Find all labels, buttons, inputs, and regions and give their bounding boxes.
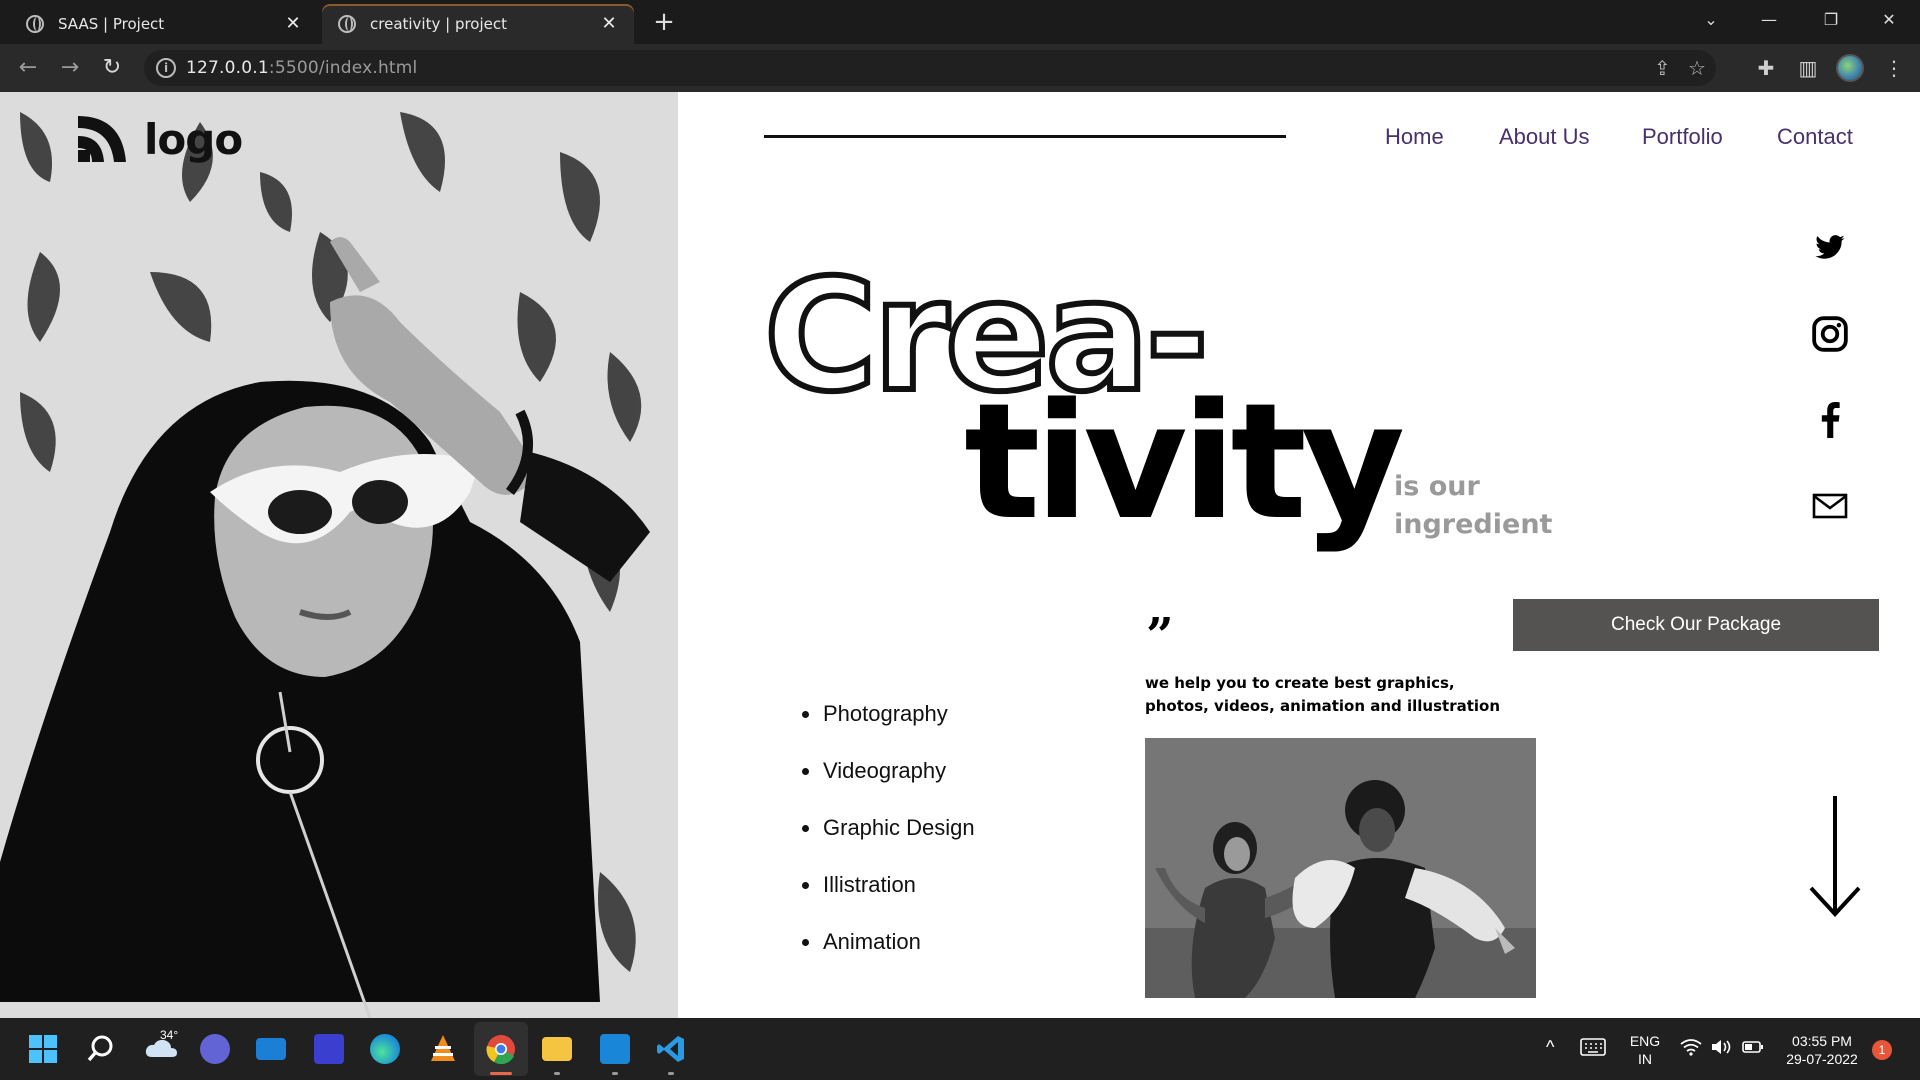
bookmark-star-icon[interactable]: ☆ xyxy=(1688,56,1706,80)
share-icon[interactable]: ⇪ xyxy=(1654,56,1671,80)
close-window-button[interactable]: ✕ xyxy=(1866,2,1912,38)
app-icon-blue-purple[interactable] xyxy=(310,1030,348,1068)
globe-icon xyxy=(26,15,44,33)
tab-title: creativity | project xyxy=(370,15,508,33)
hero-photo-illustration xyxy=(0,92,678,1018)
vscode-icon[interactable] xyxy=(652,1030,690,1068)
mail-icon[interactable] xyxy=(1810,486,1850,526)
keyboard-icon[interactable] xyxy=(1580,1038,1606,1060)
profile-avatar[interactable] xyxy=(1836,54,1864,82)
tab-saas-project[interactable]: SAAS | Project ✕ xyxy=(10,4,318,44)
notification-badge[interactable]: 1 xyxy=(1872,1040,1892,1060)
instagram-icon[interactable] xyxy=(1810,314,1850,354)
hero-photo xyxy=(0,92,678,1018)
scroll-down-arrow-icon[interactable] xyxy=(1805,792,1861,922)
nav-home[interactable]: Home xyxy=(1385,124,1444,150)
webpage: logo Home About Us Portfolio Contact Cre… xyxy=(0,92,1920,1018)
list-item: Photography xyxy=(800,702,975,759)
services-list: Photography Videography Graphic Design I… xyxy=(800,702,975,987)
url-path: :5500/index.html xyxy=(268,58,418,78)
nav-portfolio[interactable]: Portfolio xyxy=(1642,124,1723,150)
minimize-button[interactable]: — xyxy=(1746,2,1792,38)
restore-button[interactable]: ❐ xyxy=(1808,2,1854,38)
quote-icon: ” xyxy=(1146,608,1174,664)
running-app-indicator xyxy=(612,1072,618,1075)
active-app-indicator xyxy=(490,1072,512,1075)
region-code: IN xyxy=(1638,1051,1652,1067)
extensions-icon[interactable]: ✚ xyxy=(1752,54,1780,82)
reload-button[interactable]: ↻ xyxy=(98,54,126,82)
address-bar[interactable]: i 127.0.0.1:5500/index.html ⇪ ☆ xyxy=(144,50,1716,86)
edge-browser-icon[interactable] xyxy=(366,1030,404,1068)
menu-kebab-icon[interactable]: ⋮ xyxy=(1880,54,1908,82)
url-host: 127.0.0.1 xyxy=(186,58,269,78)
microsoft-store-icon[interactable] xyxy=(596,1030,634,1068)
mail-app-icon[interactable] xyxy=(252,1030,290,1068)
new-tab-button[interactable]: + xyxy=(650,6,678,38)
facebook-icon[interactable] xyxy=(1810,400,1850,440)
header-rule xyxy=(764,135,1286,138)
tagline: we help you to create best graphics, pho… xyxy=(1145,674,1501,715)
input-language[interactable]: ENG IN xyxy=(1628,1032,1662,1068)
browser-tab-strip: SAAS | Project ✕ creativity | project ✕ … xyxy=(0,0,1920,44)
nav-about-us[interactable]: About Us xyxy=(1499,124,1590,150)
close-icon[interactable]: ✕ xyxy=(280,11,306,37)
close-icon[interactable]: ✕ xyxy=(596,11,622,37)
teams-chat-icon[interactable] xyxy=(196,1030,234,1068)
chrome-icon[interactable] xyxy=(482,1030,520,1068)
list-item: Videography xyxy=(800,759,975,816)
list-item: Graphic Design xyxy=(800,816,975,873)
tab-title: SAAS | Project xyxy=(58,15,165,33)
logo-text: logo xyxy=(144,114,243,164)
clock-time: 03:55 PM xyxy=(1792,1033,1852,1049)
logo-icon xyxy=(78,116,126,162)
side-panel-icon[interactable]: ▥ xyxy=(1794,54,1822,82)
weather-temp: 34° xyxy=(160,1028,179,1042)
dancers-photo xyxy=(1145,738,1536,998)
site-logo[interactable]: logo xyxy=(74,112,243,166)
back-button[interactable]: ← xyxy=(14,54,42,82)
list-item: Illistration xyxy=(800,873,975,930)
windows-start-icon[interactable] xyxy=(24,1030,62,1068)
wifi-icon[interactable] xyxy=(1680,1038,1702,1060)
weather-icon[interactable]: 34° xyxy=(138,1028,186,1068)
running-app-indicator xyxy=(554,1072,560,1075)
clock[interactable]: 03:55 PM 29-07-2022 xyxy=(1778,1032,1866,1068)
battery-icon[interactable] xyxy=(1742,1038,1764,1060)
vlc-icon[interactable] xyxy=(424,1030,462,1068)
browser-toolbar: ← → ↻ i 127.0.0.1:5500/index.html ⇪ ☆ ✚ … xyxy=(0,44,1920,92)
volume-icon[interactable] xyxy=(1710,1038,1732,1060)
tab-search-chevron-icon[interactable]: ⌄ xyxy=(1688,2,1734,38)
language-code: ENG xyxy=(1629,1033,1661,1049)
nav-contact[interactable]: Contact xyxy=(1777,124,1853,150)
windows-taskbar: 34° ^ ENG IN 03:55 PM 29-07-2022 1 xyxy=(0,1018,1920,1080)
running-app-indicator xyxy=(668,1072,674,1075)
list-item: Animation xyxy=(800,930,975,987)
check-package-button[interactable]: Check Our Package xyxy=(1513,599,1879,651)
globe-icon xyxy=(338,15,356,33)
clock-date: 29-07-2022 xyxy=(1786,1051,1858,1067)
forward-button[interactable]: → xyxy=(56,54,84,82)
site-info-icon[interactable]: i xyxy=(156,58,176,78)
url-text: 127.0.0.1:5500/index.html xyxy=(186,58,417,78)
tray-chevron-up-icon[interactable]: ^ xyxy=(1546,1038,1554,1056)
file-explorer-icon[interactable] xyxy=(538,1030,576,1068)
search-icon[interactable] xyxy=(82,1030,120,1068)
headline-subtitle: is our ingredient xyxy=(1394,471,1553,540)
headline-solid: tivity xyxy=(964,368,1405,555)
tab-creativity-project[interactable]: creativity | project ✕ xyxy=(322,4,634,44)
twitter-icon[interactable] xyxy=(1810,228,1850,268)
